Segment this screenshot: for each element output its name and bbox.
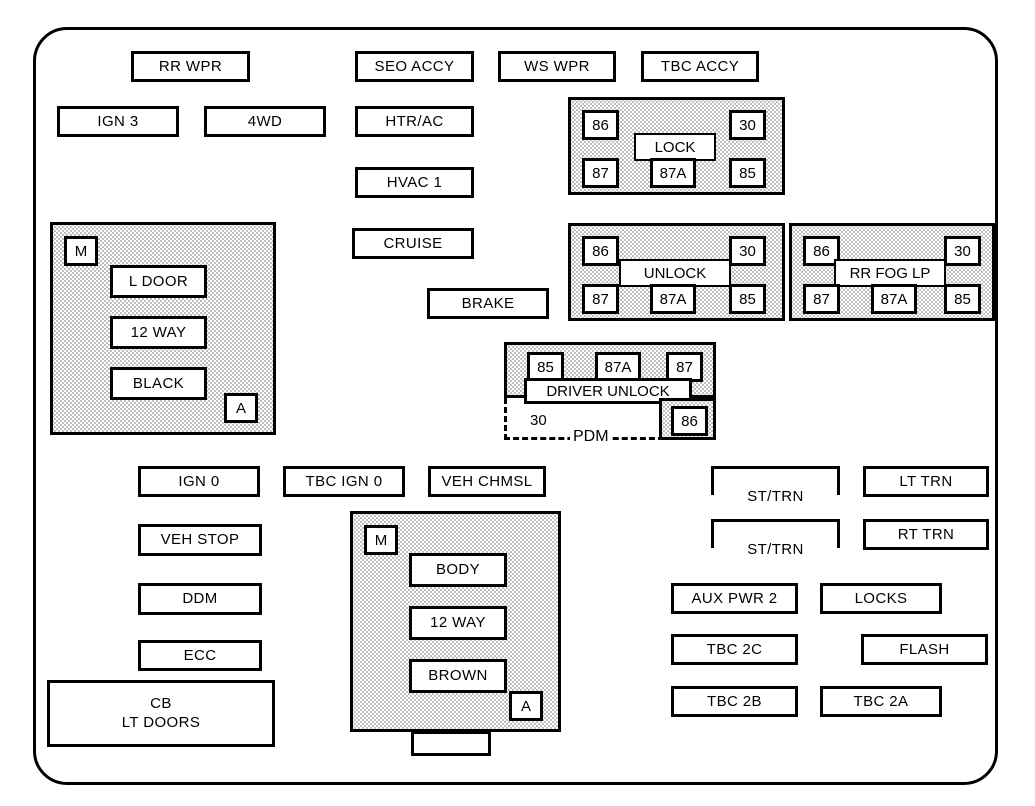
fuse-block-diagram: RR WPR SEO ACCY WS WPR TBC ACCY IGN 3 4W…	[0, 0, 1035, 806]
fuse-rt-trlr-st-trn[interactable]: RT TRLR ST/TRN	[711, 519, 840, 558]
connector-body-row-brown: BROWN	[409, 659, 507, 693]
relay-driver-unlock-pin-86-pocket: 86	[659, 398, 716, 440]
relay-rr-fog-lp-pin-30: 30	[944, 236, 981, 266]
fuse-veh-chmsl[interactable]: VEH CHMSL	[428, 466, 546, 497]
fuse-ecc[interactable]: ECC	[138, 640, 262, 671]
fuse-cruise[interactable]: CRUISE	[352, 228, 474, 259]
fuse-ws-wpr[interactable]: WS WPR	[498, 51, 616, 82]
fuse-aux-pwr-2[interactable]: AUX PWR 2	[671, 583, 798, 614]
pdm-border-left	[504, 398, 507, 440]
fuse-tbc-2b[interactable]: TBC 2B	[671, 686, 798, 717]
relay-unlock-pin-30: 30	[729, 236, 766, 266]
relay-rr-fog-lp-pin-85: 85	[944, 284, 981, 314]
relay-unlock-label: UNLOCK	[619, 259, 731, 287]
relay-unlock[interactable]: 86 30 UNLOCK 87 87A 85	[568, 223, 785, 321]
connector-body-row-12-way: 12 WAY	[409, 606, 507, 640]
relay-driver-unlock-pin-86: 86	[671, 406, 708, 436]
fuse-rt-trlr-st-trn-lines: RT TRLR ST/TRN	[714, 525, 837, 588]
connector-left-door-row-black: BLACK	[110, 367, 207, 400]
relay-unlock-pin-87a: 87A	[650, 284, 696, 314]
fuse-rr-wpr[interactable]: RR WPR	[131, 51, 250, 82]
fuse-tbc-ign-0[interactable]: TBC IGN 0	[283, 466, 405, 497]
fuse-4wd[interactable]: 4WD	[204, 106, 326, 137]
fuse-tbc-2c[interactable]: TBC 2C	[671, 634, 798, 665]
relay-driver-unlock-pin-30: 30	[530, 412, 547, 429]
connector-body-tab	[411, 731, 491, 756]
relay-lock[interactable]: 86 30 LOCK 87 87A 85	[568, 97, 785, 195]
relay-unlock-pin-86: 86	[582, 236, 619, 266]
fuse-hvac-1[interactable]: HVAC 1	[355, 167, 474, 198]
connector-left-door-row-l-door: L DOOR	[110, 265, 207, 298]
pdm-label: PDM	[570, 428, 612, 446]
connector-left-door-terminal-a: A	[224, 393, 258, 423]
fuse-rt-trn[interactable]: RT TRN	[863, 519, 989, 550]
relay-rr-fog-lp-pin-87: 87	[803, 284, 840, 314]
relay-lock-pin-85: 85	[729, 158, 766, 188]
connector-left-door-row-12-way: 12 WAY	[110, 316, 207, 349]
fuse-htr-ac[interactable]: HTR/AC	[355, 106, 474, 137]
fuse-flash[interactable]: FLASH	[861, 634, 988, 665]
fuse-seo-accy[interactable]: SEO ACCY	[355, 51, 474, 82]
relay-lock-pin-87: 87	[582, 158, 619, 188]
fuse-locks[interactable]: LOCKS	[820, 583, 942, 614]
fuse-lt-trn[interactable]: LT TRN	[863, 466, 989, 497]
relay-lock-pin-87a: 87A	[650, 158, 696, 188]
fuse-lt-trlr-st-trn[interactable]: LT TRLR ST/TRN	[711, 466, 840, 505]
relay-rr-fog-lp[interactable]: 86 30 RR FOG LP 87 87A 85	[789, 223, 995, 321]
relay-unlock-pin-85: 85	[729, 284, 766, 314]
relay-unlock-pin-87: 87	[582, 284, 619, 314]
relay-lock-pin-30: 30	[729, 110, 766, 140]
fuse-ddm[interactable]: DDM	[138, 583, 262, 615]
connector-body[interactable]: M BODY 12 WAY BROWN A	[350, 511, 561, 732]
connector-body-terminal-m: M	[364, 525, 398, 555]
fuse-rt-trlr-line2: ST/TRN	[714, 542, 837, 558]
fuse-tbc-2a[interactable]: TBC 2A	[820, 686, 942, 717]
fuse-brake[interactable]: BRAKE	[427, 288, 549, 319]
connector-body-row-body: BODY	[409, 553, 507, 587]
connector-left-door[interactable]: M L DOOR 12 WAY BLACK A	[50, 222, 276, 435]
fuse-lt-trlr-line2: ST/TRN	[714, 489, 837, 505]
relay-rr-fog-lp-label: RR FOG LP	[834, 259, 946, 287]
fuse-veh-stop[interactable]: VEH STOP	[138, 524, 262, 556]
connector-body-terminal-a: A	[509, 691, 543, 721]
fuse-cb-lt-doors[interactable]: CB LT DOORS	[47, 680, 275, 747]
relay-rr-fog-lp-pin-87a: 87A	[871, 284, 917, 314]
fuse-cb-lt-doors-line1: CB	[150, 695, 172, 713]
connector-left-door-terminal-m: M	[64, 236, 98, 266]
fuse-ign-0[interactable]: IGN 0	[138, 466, 260, 497]
relay-lock-label: LOCK	[634, 133, 716, 161]
fuse-ign-3[interactable]: IGN 3	[57, 106, 179, 137]
fuse-cb-lt-doors-line2: LT DOORS	[121, 713, 201, 731]
fuse-tbc-accy[interactable]: TBC ACCY	[641, 51, 759, 82]
relay-lock-pin-86: 86	[582, 110, 619, 140]
